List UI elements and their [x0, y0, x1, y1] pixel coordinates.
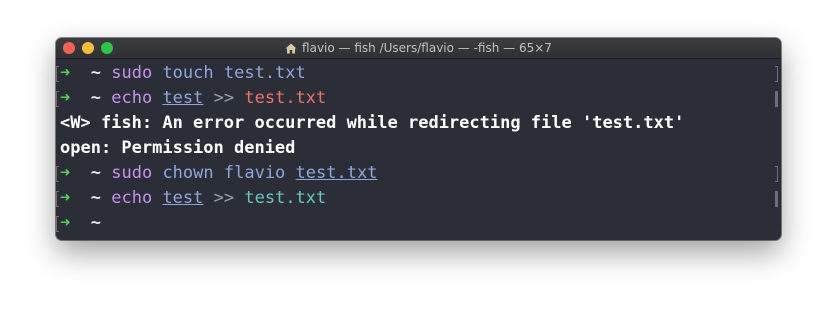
window-title-area: flavio — fish /Users/flavio — -fish — 65… — [56, 38, 781, 58]
line-mark — [56, 166, 59, 182]
terminal-line: ➜ ~ sudo touch test.txt — [56, 61, 781, 86]
title-bar: flavio — fish /Users/flavio — -fish — 65… — [56, 38, 781, 59]
argument: test — [162, 88, 204, 108]
terminal-line: ➜ ~ echo test >> test.txt — [56, 86, 781, 111]
command: echo — [111, 188, 153, 208]
terminal-window: flavio — fish /Users/flavio — -fish — 65… — [56, 38, 781, 240]
command: echo — [111, 88, 153, 108]
current-prompt-line[interactable]: ➜ ~ — [56, 211, 781, 236]
line-mark — [775, 166, 778, 182]
file-argument: test.txt — [244, 188, 327, 208]
argument: flavio — [223, 163, 286, 183]
prompt-dir: ~ — [90, 213, 101, 233]
command: sudo — [111, 163, 153, 183]
argument: test — [162, 188, 204, 208]
terminal-line: ➜ ~ echo test >> test.txt — [56, 186, 781, 211]
argument: test.txt — [223, 63, 306, 83]
line-mark — [56, 216, 59, 232]
line-mark — [56, 91, 59, 107]
prompt-arrow: ➜ — [60, 188, 71, 208]
argument: chown — [162, 163, 214, 183]
file-argument: test.txt — [244, 88, 327, 108]
prompt-arrow: ➜ — [60, 213, 71, 233]
line-mark — [56, 66, 59, 82]
argument: touch — [162, 63, 214, 83]
command: sudo — [111, 63, 153, 83]
output-line: <W> fish: An error occurred while redire… — [60, 113, 685, 133]
redirect-operator: >> — [213, 188, 235, 208]
prompt-arrow: ➜ — [60, 63, 71, 83]
line-mark — [56, 191, 59, 207]
prompt-dir: ~ — [90, 188, 101, 208]
output-line: open: Permission denied — [60, 138, 296, 158]
redirect-operator: >> — [213, 88, 235, 108]
prompt-dir: ~ — [90, 88, 101, 108]
window-title: flavio — fish /Users/flavio — -fish — 65… — [302, 41, 552, 55]
line-mark — [775, 191, 778, 207]
line-mark — [775, 91, 778, 107]
line-mark — [775, 66, 778, 82]
home-icon — [285, 43, 297, 54]
prompt-dir: ~ — [90, 163, 101, 183]
prompt-dir: ~ — [90, 63, 101, 83]
terminal-content[interactable]: ➜ ~ sudo touch test.txt ➜ ~ echo test >>… — [56, 59, 781, 236]
terminal-line: ➜ ~ sudo chown flavio test.txt — [56, 161, 781, 186]
prompt-arrow: ➜ — [60, 163, 71, 183]
prompt-arrow: ➜ — [60, 88, 71, 108]
argument: test.txt — [295, 163, 378, 183]
